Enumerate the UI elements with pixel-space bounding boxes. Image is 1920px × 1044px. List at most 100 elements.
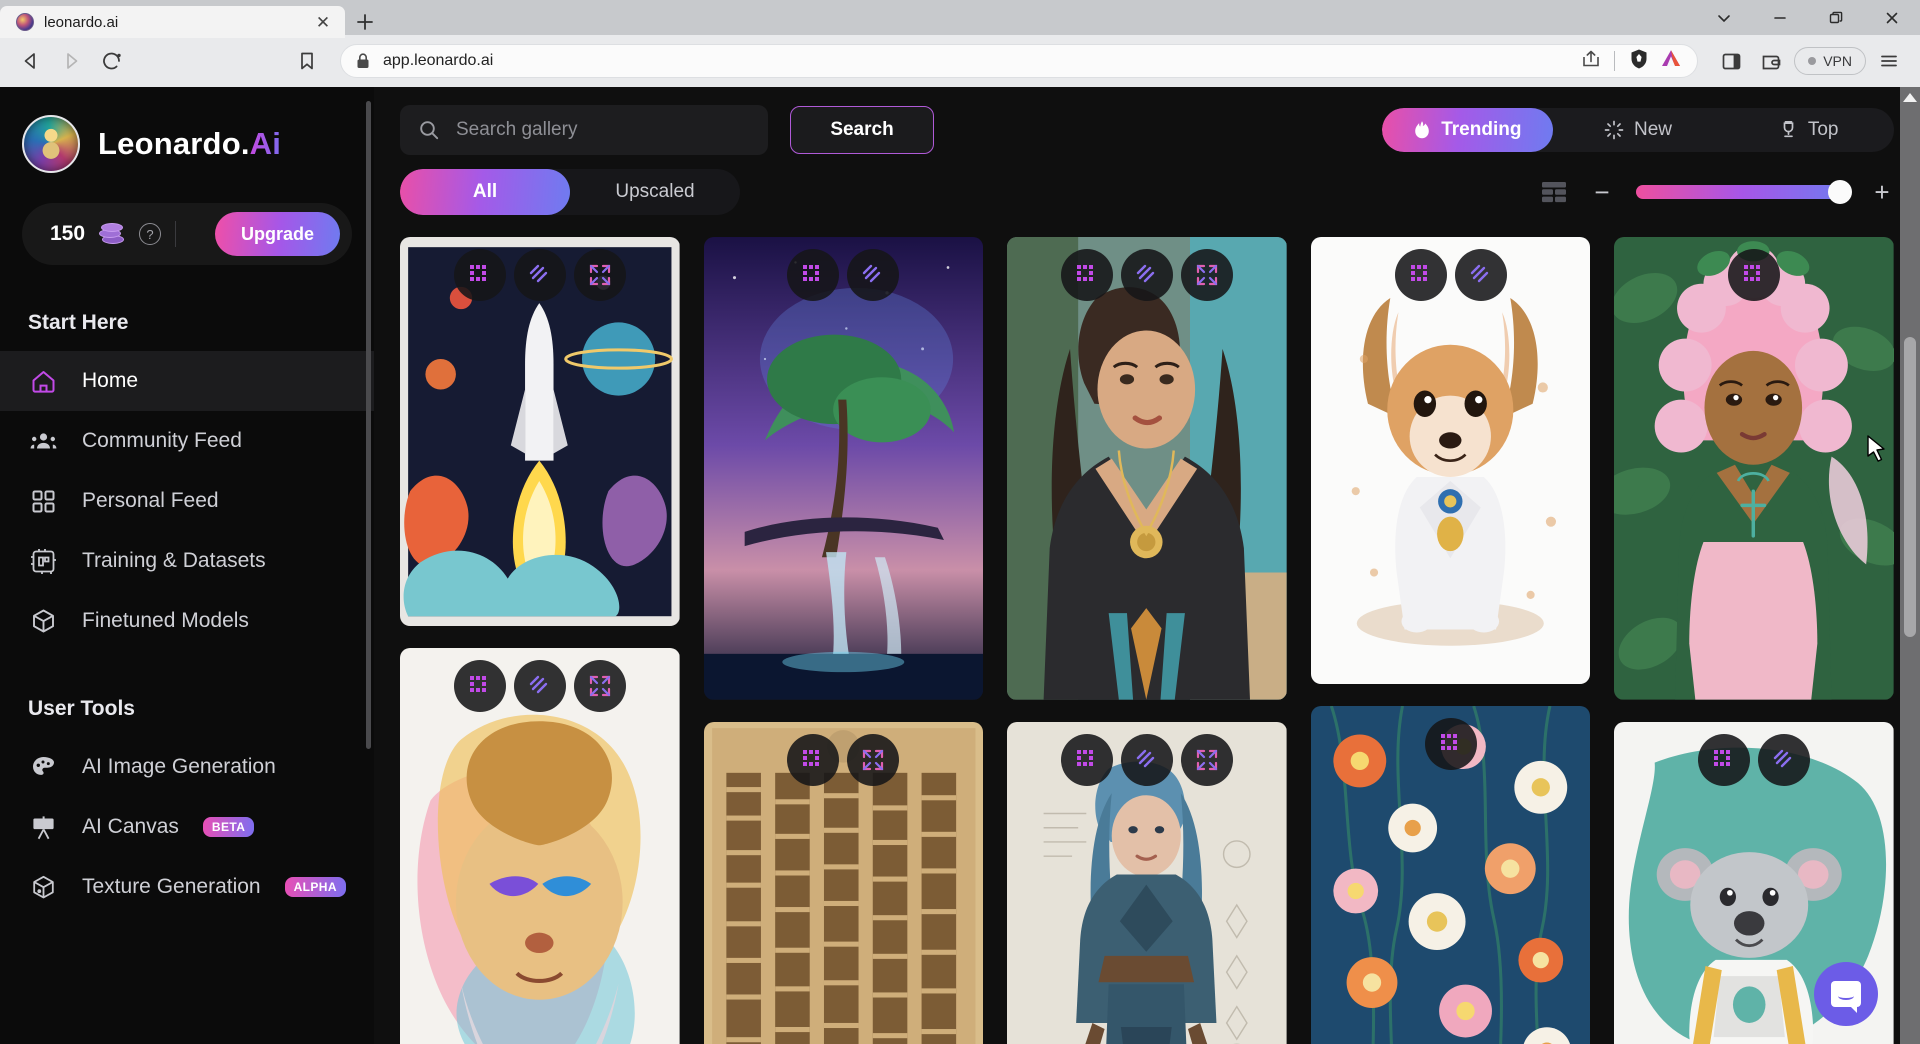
sidebar-item-home[interactable]: Home xyxy=(0,351,374,411)
hamburger-menu-icon xyxy=(1881,55,1897,67)
tab-label: Trending xyxy=(1441,119,1522,140)
expand-arrows-icon[interactable] xyxy=(847,733,900,786)
main-content: Search gallery Search Trending New Top A… xyxy=(374,87,1920,1044)
brave-shields-lion-icon[interactable] xyxy=(1627,47,1651,76)
grid-squares-icon xyxy=(28,486,58,516)
expand-arrows-icon[interactable] xyxy=(1180,733,1233,786)
gallery-card[interactable] xyxy=(1310,706,1591,1044)
forward-button[interactable] xyxy=(54,44,88,78)
texture-cube-icon xyxy=(28,872,58,902)
sidebar-panel-button[interactable] xyxy=(1714,44,1748,78)
sidebar-item-training-datasets[interactable]: Training & Datasets xyxy=(0,531,374,591)
remix-pixel-icon[interactable] xyxy=(1728,249,1781,301)
sidebar-item-label: Personal Feed xyxy=(82,489,219,512)
share-icon[interactable] xyxy=(1580,48,1602,75)
gallery-card[interactable] xyxy=(1310,237,1591,685)
maximize-restore-button[interactable] xyxy=(1808,0,1864,35)
zoom-out-button[interactable]: − xyxy=(1590,179,1614,205)
remix-pixel-icon[interactable] xyxy=(1060,733,1113,786)
remix-pixel-icon[interactable] xyxy=(453,660,506,713)
diagonal-lines-icon[interactable] xyxy=(513,660,566,713)
sidebar-item-community-feed[interactable]: Community Feed xyxy=(0,411,374,471)
close-icon[interactable]: ✕ xyxy=(311,10,335,34)
card-actions xyxy=(1007,733,1287,786)
remix-pixel-icon[interactable] xyxy=(787,733,840,786)
grid-zoom-controls: − + xyxy=(1540,179,1894,205)
chip-training-icon xyxy=(28,546,58,576)
gallery-card[interactable] xyxy=(703,237,984,700)
brave-rewards-triangle-icon[interactable] xyxy=(1659,47,1683,76)
grid-density-icon[interactable] xyxy=(1540,180,1568,204)
sidebar-panel-icon xyxy=(1722,53,1741,69)
search-button[interactable]: Search xyxy=(790,106,934,154)
card-actions xyxy=(400,660,680,713)
remix-pixel-icon[interactable] xyxy=(1060,249,1113,301)
page-scrollbar-thumb[interactable] xyxy=(1904,337,1916,637)
expand-arrows-icon[interactable] xyxy=(1180,249,1233,301)
gallery-card[interactable] xyxy=(1614,237,1894,700)
reload-button[interactable] xyxy=(94,44,128,78)
view-filter-pills: All Upscaled xyxy=(400,169,740,215)
paint-palette-icon xyxy=(28,752,58,782)
close-window-button[interactable] xyxy=(1864,0,1920,35)
remix-pixel-icon[interactable] xyxy=(1394,249,1447,301)
card-actions xyxy=(1007,249,1287,301)
tab-trending[interactable]: Trending xyxy=(1382,108,1553,152)
zoom-slider[interactable] xyxy=(1636,180,1852,204)
easel-canvas-icon xyxy=(28,812,58,842)
help-question-icon[interactable]: ? xyxy=(139,223,162,245)
gallery-grid xyxy=(374,237,1920,1044)
minimize-button[interactable] xyxy=(1752,0,1808,35)
brand-logo-link[interactable]: Leonardo.Ai xyxy=(0,105,374,173)
sidebar-section-start-here: Start Here xyxy=(28,311,129,334)
scroll-up-arrow-icon[interactable] xyxy=(1903,93,1917,102)
zoom-slider-knob[interactable] xyxy=(1828,180,1852,204)
sidebar-item-finetuned-models[interactable]: Finetuned Models xyxy=(0,591,374,651)
pill-upscaled[interactable]: Upscaled xyxy=(570,169,740,215)
window-controls xyxy=(1696,0,1920,35)
intercom-chat-button[interactable] xyxy=(1814,962,1878,1026)
expand-arrows-icon[interactable] xyxy=(573,249,626,301)
gallery-card[interactable] xyxy=(1007,237,1287,700)
remix-pixel-icon[interactable] xyxy=(1698,733,1751,786)
tab-new[interactable]: New xyxy=(1553,108,1724,152)
status-badge: ALPHA xyxy=(284,877,346,897)
remix-pixel-icon[interactable] xyxy=(787,249,840,301)
sidebar-item-personal-feed[interactable]: Personal Feed xyxy=(0,471,374,531)
remix-pixel-icon[interactable] xyxy=(1424,718,1477,771)
tab-search-button[interactable] xyxy=(1696,0,1752,35)
pill-all[interactable]: All xyxy=(400,169,570,215)
sidebar-item-label: Community Feed xyxy=(82,429,242,452)
sidebar-scrollbar[interactable] xyxy=(366,101,371,749)
diagonal-lines-icon[interactable] xyxy=(847,249,900,301)
page-viewport: Leonardo.Ai 150 ? Upgrade Start Here Hom… xyxy=(0,87,1920,1044)
diagonal-lines-icon[interactable] xyxy=(1758,733,1811,786)
back-button[interactable] xyxy=(14,44,48,78)
vpn-button[interactable]: VPN xyxy=(1794,47,1866,75)
upgrade-button[interactable]: Upgrade xyxy=(214,212,340,256)
reload-icon xyxy=(102,52,121,69)
gallery-card[interactable] xyxy=(400,648,680,1044)
browser-tab[interactable]: leonardo.ai ✕ xyxy=(0,6,345,38)
remix-pixel-icon[interactable] xyxy=(453,249,506,301)
gallery-card[interactable] xyxy=(703,721,984,1044)
bookmark-button[interactable] xyxy=(290,44,324,78)
tab-label: New xyxy=(1634,119,1673,140)
expand-arrows-icon[interactable] xyxy=(573,660,626,713)
browser-menu-button[interactable] xyxy=(1872,44,1906,78)
brave-wallet-button[interactable] xyxy=(1754,44,1788,78)
sidebar-item-ai-canvas[interactable]: AI Canvas BETA xyxy=(0,797,374,857)
diagonal-lines-icon[interactable] xyxy=(1120,733,1173,786)
diagonal-lines-icon[interactable] xyxy=(1120,249,1173,301)
search-input[interactable]: Search gallery xyxy=(400,105,768,155)
zoom-in-button[interactable]: + xyxy=(1870,179,1894,205)
gallery-card[interactable] xyxy=(400,237,680,627)
new-tab-button[interactable] xyxy=(345,6,385,38)
address-bar[interactable]: app.leonardo.ai xyxy=(340,44,1699,78)
sidebar-item-ai-image-generation[interactable]: AI Image Generation xyxy=(0,737,374,797)
diagonal-lines-icon[interactable] xyxy=(1454,249,1507,301)
tab-top[interactable]: Top xyxy=(1723,108,1894,152)
diagonal-lines-icon[interactable] xyxy=(513,249,566,301)
sidebar-item-texture-generation[interactable]: Texture Generation ALPHA xyxy=(0,857,374,917)
gallery-card[interactable] xyxy=(1007,721,1287,1044)
